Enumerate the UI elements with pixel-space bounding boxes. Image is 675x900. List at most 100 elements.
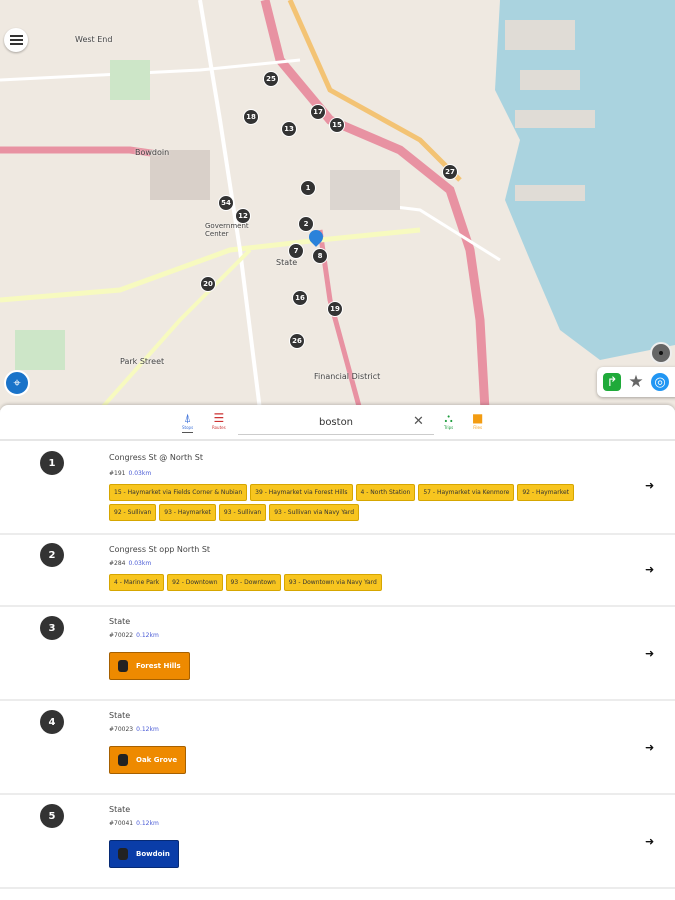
map-label: State <box>276 258 298 267</box>
train-icon <box>118 660 128 672</box>
clear-icon[interactable]: ✕ <box>413 414 424 429</box>
train-icon <box>118 848 128 860</box>
tab-trips[interactable]: ⛬ Trips <box>444 411 453 430</box>
stop-marker[interactable]: 54 <box>218 195 234 211</box>
route-chip[interactable]: 93 - Haymarket <box>159 504 216 521</box>
subway-destination: Oak Grove <box>136 756 178 764</box>
stop-marker[interactable]: 20 <box>200 276 216 292</box>
arrow-right-icon[interactable]: ➜ <box>645 479 654 492</box>
map-label: West End <box>75 35 113 44</box>
code: #70023 <box>109 726 134 733</box>
tab-bar: ⍋ Stops ☰ Routes boston ✕ ⛬ Trips ■ Files <box>0 405 675 441</box>
distance: 0.03km <box>128 470 152 477</box>
stop-row[interactable]: 4 State #70023 0.12km Oak Grove ➜ <box>0 701 675 795</box>
code: #70041 <box>109 820 134 827</box>
tab-label: Stops <box>182 425 194 430</box>
stop-code: #70041 0.12km <box>109 820 159 827</box>
hamburger-menu-button[interactable] <box>4 28 28 52</box>
stop-row[interactable]: 5 State #70041 0.12km Bowdoin ➜ <box>0 795 675 889</box>
stop-name: Congress St opp North St <box>109 545 211 554</box>
stop-number: 5 <box>40 804 64 828</box>
arrow-right-icon[interactable]: ➜ <box>645 647 654 660</box>
map-view[interactable]: West End Bowdoin Government Center State… <box>0 0 675 410</box>
stop-marker[interactable]: 17 <box>310 104 326 120</box>
route-chip[interactable]: 93 - Sullivan via Navy Yard <box>269 504 360 521</box>
code: #284 <box>109 560 126 567</box>
stop-marker[interactable]: 26 <box>289 333 305 349</box>
route-chip[interactable]: 15 - Haymarket via Fields Corner & Nubia… <box>109 484 248 501</box>
route-chip[interactable]: 4 - Marine Park <box>109 574 165 591</box>
stop-code: #284 0.03km <box>109 560 151 567</box>
stop-row[interactable]: 3 State #70022 0.12km Forest Hills ➜ <box>0 607 675 701</box>
route-chip[interactable]: 92 - Sullivan <box>109 504 157 521</box>
map-label: Bowdoin <box>135 148 170 157</box>
arrow-right-icon[interactable]: ➜ <box>645 835 654 848</box>
stop-name: Congress St @ North St <box>109 453 203 462</box>
route-chip[interactable]: 39 - Haymarket via Forest Hills <box>250 484 353 501</box>
tab-label: Trips <box>444 425 454 430</box>
stop-code: #70023 0.12km <box>109 726 159 733</box>
tab-stops[interactable]: ⍋ Stops <box>182 411 194 433</box>
route-chip[interactable]: 93 - Downtown via Navy Yard <box>283 574 382 591</box>
tab-files[interactable]: ■ Files <box>472 411 483 430</box>
train-icon <box>118 754 128 766</box>
gps-icon[interactable]: ⌖ <box>4 370 30 396</box>
stop-marker[interactable]: 19 <box>327 301 343 317</box>
stop-number: 2 <box>40 543 64 567</box>
stop-code: #191 0.03km <box>109 470 151 477</box>
map-tiles <box>0 0 675 410</box>
search-input[interactable]: boston <box>238 411 434 435</box>
stop-name: State <box>109 617 131 626</box>
stop-marker[interactable]: 8 <box>312 248 328 264</box>
route-chip[interactable]: 4 - North Station <box>355 484 416 501</box>
route-chip[interactable]: 93 - Sullivan <box>218 504 267 521</box>
trips-icon: ⛬ <box>444 411 453 425</box>
route-icon: ☰ <box>213 411 225 425</box>
stop-marker[interactable]: 7 <box>288 243 304 259</box>
compass-button[interactable] <box>650 342 672 364</box>
stop-marker[interactable]: 27 <box>442 164 458 180</box>
arrow-right-icon[interactable]: ➜ <box>645 563 654 576</box>
stop-number: 4 <box>40 710 64 734</box>
stop-code: #70022 0.12km <box>109 632 159 639</box>
stop-marker[interactable]: 1 <box>300 180 316 196</box>
subway-chip[interactable]: Oak Grove <box>109 746 187 774</box>
code: #191 <box>109 470 126 477</box>
stop-number: 1 <box>40 451 64 475</box>
map-tools: ↱ ★ ◎ <box>597 367 675 397</box>
directions-icon[interactable]: ↱ <box>603 373 621 391</box>
stop-marker[interactable]: 13 <box>281 121 297 137</box>
map-label: Financial District <box>314 372 381 381</box>
stop-row[interactable]: 2 Congress St opp North St #284 0.03km 4 … <box>0 535 675 607</box>
stop-marker[interactable]: 12 <box>235 208 251 224</box>
stop-marker[interactable]: 18 <box>243 109 259 125</box>
stop-name: State <box>109 805 131 814</box>
tab-label: Files <box>473 425 483 430</box>
arrow-right-icon[interactable]: ➜ <box>645 741 654 754</box>
my-location-icon[interactable]: ◎ <box>651 373 669 391</box>
route-chip[interactable]: 92 - Haymarket <box>517 484 575 501</box>
distance: 0.12km <box>136 820 159 827</box>
star-icon[interactable]: ★ <box>627 372 645 392</box>
stop-marker[interactable]: 16 <box>292 290 308 306</box>
tab-routes[interactable]: ☰ Routes <box>212 411 226 430</box>
stop-name: State <box>109 711 131 720</box>
stop-marker[interactable]: 25 <box>263 71 279 87</box>
route-chip[interactable]: 92 - Downtown <box>167 574 223 591</box>
stop-marker[interactable]: 2 <box>298 216 314 232</box>
stop-icon: ⍋ <box>183 411 192 425</box>
distance: 0.12km <box>136 726 159 733</box>
map-label: Government Center <box>205 222 249 238</box>
folder-icon: ■ <box>472 411 484 425</box>
route-chip[interactable]: 93 - Downtown <box>225 574 281 591</box>
subway-chip[interactable]: Bowdoin <box>109 840 179 868</box>
subway-destination: Bowdoin <box>136 850 170 858</box>
subway-destination: Forest Hills <box>136 662 181 670</box>
route-chip[interactable]: 57 - Haymarket via Kenmore <box>418 484 515 501</box>
stop-row[interactable]: 1 Congress St @ North St #191 0.03km 15 -… <box>0 441 675 535</box>
distance: 0.03km <box>128 560 152 567</box>
subway-chip[interactable]: Forest Hills <box>109 652 190 680</box>
distance: 0.12km <box>136 632 159 639</box>
code: #70022 <box>109 632 134 639</box>
stop-marker[interactable]: 15 <box>329 117 345 133</box>
